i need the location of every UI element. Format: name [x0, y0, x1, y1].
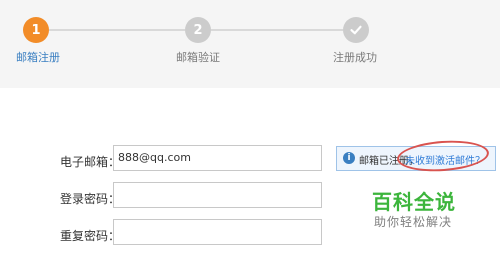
- confirm-password-field[interactable]: [113, 219, 322, 245]
- step-3-label: 注册成功: [333, 51, 377, 64]
- step-progress-bar: 1 邮箱注册 2 邮箱验证 注册成功: [0, 0, 500, 88]
- check-icon: [350, 25, 362, 35]
- step-1-circle: 1: [23, 17, 49, 43]
- email-label: 电子邮箱：: [60, 155, 121, 169]
- password-label: 登录密码：: [60, 192, 121, 206]
- step-3-circle: [343, 17, 369, 43]
- step-connector-2: [211, 29, 343, 31]
- watermark-subtitle: 助你轻松解决: [374, 215, 453, 229]
- step-2-number: 2: [193, 22, 203, 38]
- watermark-title: 百科全说: [372, 190, 456, 214]
- password-field[interactable]: [113, 182, 322, 208]
- step-2-label: 邮箱验证: [176, 51, 220, 64]
- step-1-label: 邮箱注册: [16, 51, 60, 64]
- confirm-password-label: 重复密码：: [60, 229, 121, 243]
- step-2-circle: 2: [185, 17, 211, 43]
- email-field-value: 888@qq.com: [118, 151, 191, 164]
- step-1-number: 1: [31, 22, 41, 38]
- email-field[interactable]: 888@qq.com: [113, 145, 322, 171]
- step-connector-1: [49, 29, 185, 31]
- info-icon: i: [343, 152, 355, 164]
